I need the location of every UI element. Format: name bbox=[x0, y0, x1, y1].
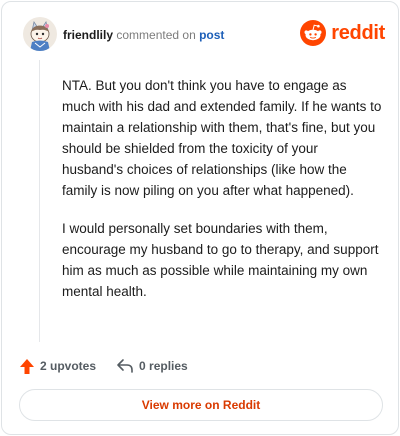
reply-button[interactable]: 0 replies bbox=[116, 358, 188, 374]
comment-actions: 2 upvotes 0 replies bbox=[19, 355, 188, 377]
brand-logo[interactable]: reddit bbox=[300, 20, 385, 46]
thread-line bbox=[39, 60, 40, 342]
comment-embed-card: friendlily commented on post reddit NTA.… bbox=[1, 1, 399, 435]
avatar[interactable] bbox=[23, 17, 57, 51]
reddit-snoo-icon bbox=[300, 20, 327, 46]
avatar-illustration bbox=[23, 17, 57, 51]
comment-header: friendlily commented on post reddit bbox=[23, 17, 387, 53]
reply-arrow-icon bbox=[117, 359, 133, 373]
brand-wordmark: reddit bbox=[331, 21, 385, 44]
upvote-button[interactable]: 2 upvotes bbox=[19, 358, 96, 375]
comment-paragraph: NTA. But you don't think you have to eng… bbox=[62, 78, 382, 198]
upvote-arrow-icon bbox=[20, 358, 34, 374]
reply-count: 0 replies bbox=[139, 359, 188, 373]
action-text: commented on bbox=[116, 28, 196, 42]
comment-paragraph: I would personally set boundaries with t… bbox=[62, 221, 379, 299]
post-link[interactable]: post bbox=[199, 28, 224, 42]
upvote-count: 2 upvotes bbox=[40, 359, 97, 373]
comment-body: NTA. But you don't think you have to eng… bbox=[62, 75, 382, 319]
view-more-button[interactable]: View more on Reddit bbox=[19, 389, 383, 421]
comment-meta: friendlily commented on post bbox=[63, 28, 224, 42]
username[interactable]: friendlily bbox=[63, 28, 113, 42]
